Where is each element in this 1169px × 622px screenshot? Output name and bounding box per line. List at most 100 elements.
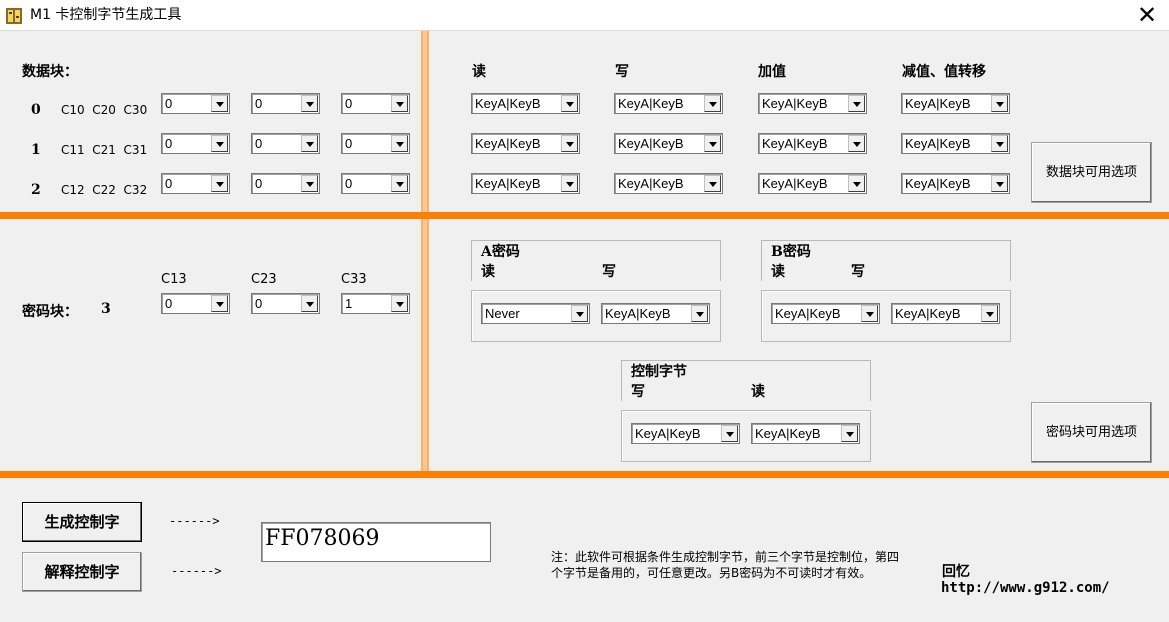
dropdown-arrow-icon[interactable] — [571, 305, 588, 322]
data-row-cbits: C11 C21 C31 — [61, 143, 148, 157]
key-a-write-select[interactable]: KeyA|KeyB — [601, 303, 710, 324]
combo-value: KeyA|KeyB — [475, 96, 541, 111]
perm-increment-select[interactable]: KeyA|KeyB — [758, 173, 867, 194]
note-line: 注：此软件可根据条件生成控制字节，前三个字节是控制位，第四 — [551, 550, 900, 564]
key-b-write-select[interactable]: KeyA|KeyB — [891, 303, 1000, 324]
combo-value: KeyA|KeyB — [755, 426, 821, 441]
generate-control-button[interactable]: 生成控制字 — [22, 502, 142, 542]
key-block-options-button[interactable]: 密码块可用选项 — [1031, 402, 1152, 463]
dropdown-arrow-icon[interactable] — [691, 305, 708, 322]
dropdown-arrow-icon[interactable] — [991, 95, 1008, 112]
close-icon[interactable]: ✕ — [1132, 0, 1162, 30]
combo-value: 0 — [345, 176, 353, 191]
control-read-select[interactable]: KeyA|KeyB — [751, 423, 860, 444]
combo-value: 0 — [165, 136, 173, 151]
dropdown-arrow-icon[interactable] — [848, 175, 865, 192]
data-row-number: 2 — [31, 182, 41, 198]
dropdown-arrow-icon[interactable] — [721, 425, 738, 442]
perm-write-select[interactable]: KeyA|KeyB — [614, 133, 723, 154]
data-c3-select[interactable]: 0 — [341, 133, 410, 154]
key-a-read-select[interactable]: Never — [481, 303, 590, 324]
perm-read-select[interactable]: KeyA|KeyB — [471, 173, 580, 194]
data-c3-select[interactable]: 0 — [341, 93, 410, 114]
key-b-title: B密码 — [771, 244, 811, 260]
dropdown-arrow-icon[interactable] — [848, 135, 865, 152]
dropdown-arrow-icon[interactable] — [391, 295, 408, 312]
combo-value: KeyA|KeyB — [905, 96, 971, 111]
dropdown-arrow-icon[interactable] — [211, 295, 228, 312]
combo-value: KeyA|KeyB — [762, 96, 828, 111]
control-title: 控制字节 — [631, 364, 687, 380]
key-a-write-label: 写 — [602, 264, 616, 280]
combo-value: KeyA|KeyB — [618, 136, 684, 151]
data-c3-select[interactable]: 0 — [341, 173, 410, 194]
separator-vbar-upper — [421, 31, 429, 212]
combo-value: 0 — [255, 96, 263, 111]
data-c1-select[interactable]: 0 — [161, 93, 230, 114]
perm-decrement-select[interactable]: KeyA|KeyB — [901, 133, 1010, 154]
parse-control-button[interactable]: 解释控制字 — [22, 552, 142, 592]
combo-value: 0 — [165, 96, 173, 111]
dropdown-arrow-icon[interactable] — [301, 135, 318, 152]
dropdown-arrow-icon[interactable] — [848, 95, 865, 112]
combo-value: 0 — [255, 176, 263, 191]
dropdown-arrow-icon[interactable] — [991, 135, 1008, 152]
combo-value: Never — [485, 306, 520, 321]
dropdown-arrow-icon[interactable] — [391, 95, 408, 112]
combo-value: KeyA|KeyB — [475, 176, 541, 191]
combo-value: 0 — [255, 296, 263, 311]
dropdown-arrow-icon[interactable] — [991, 175, 1008, 192]
dropdown-arrow-icon[interactable] — [704, 135, 721, 152]
key-c33-select[interactable]: 1 — [341, 293, 410, 314]
dropdown-arrow-icon[interactable] — [561, 175, 578, 192]
dropdown-arrow-icon[interactable] — [391, 135, 408, 152]
dropdown-arrow-icon[interactable] — [841, 425, 858, 442]
dropdown-arrow-icon[interactable] — [861, 305, 878, 322]
key-c13-select[interactable]: 0 — [161, 293, 230, 314]
data-c2-select[interactable]: 0 — [251, 133, 320, 154]
dropdown-arrow-icon[interactable] — [981, 305, 998, 322]
data-c1-select[interactable]: 0 — [161, 133, 230, 154]
note-text: 注：此软件可根据条件生成控制字节，前三个字节是控制位，第四 个字节是备用的，可任… — [551, 549, 911, 581]
author-url[interactable]: http://www.g912.com/ — [941, 580, 1110, 596]
perm-decrement-select[interactable]: KeyA|KeyB — [901, 173, 1010, 194]
perm-header-decrement: 减值、值转移 — [902, 64, 986, 80]
combo-value: KeyA|KeyB — [762, 136, 828, 151]
dropdown-arrow-icon[interactable] — [561, 135, 578, 152]
cbit-header-c23: C23 — [251, 272, 277, 287]
perm-decrement-select[interactable]: KeyA|KeyB — [901, 93, 1010, 114]
window-title: M1 卡控制字节生成工具 — [30, 7, 182, 23]
dropdown-arrow-icon[interactable] — [704, 95, 721, 112]
perm-header-increment: 加值 — [758, 64, 786, 80]
key-b-read-select[interactable]: KeyA|KeyB — [771, 303, 880, 324]
combo-value: 0 — [165, 296, 173, 311]
dropdown-arrow-icon[interactable] — [704, 175, 721, 192]
dropdown-arrow-icon[interactable] — [211, 135, 228, 152]
dropdown-arrow-icon[interactable] — [301, 95, 318, 112]
dropdown-arrow-icon[interactable] — [391, 175, 408, 192]
dropdown-arrow-icon[interactable] — [211, 95, 228, 112]
combo-value: KeyA|KeyB — [762, 176, 828, 191]
key-c23-select[interactable]: 0 — [251, 293, 320, 314]
perm-write-select[interactable]: KeyA|KeyB — [614, 93, 723, 114]
combo-value: 0 — [345, 136, 353, 151]
data-block-options-button[interactable]: 数据块可用选项 — [1031, 142, 1152, 203]
control-write-select[interactable]: KeyA|KeyB — [631, 423, 740, 444]
perm-increment-select[interactable]: KeyA|KeyB — [758, 93, 867, 114]
control-output-field[interactable]: FF078069 — [261, 522, 491, 562]
combo-value: KeyA|KeyB — [475, 136, 541, 151]
dropdown-arrow-icon[interactable] — [561, 95, 578, 112]
data-c2-select[interactable]: 0 — [251, 93, 320, 114]
data-row-cbits: C10 C20 C30 — [61, 103, 148, 117]
app-icon — [6, 8, 22, 24]
dropdown-arrow-icon[interactable] — [301, 295, 318, 312]
perm-increment-select[interactable]: KeyA|KeyB — [758, 133, 867, 154]
perm-read-select[interactable]: KeyA|KeyB — [471, 133, 580, 154]
perm-write-select[interactable]: KeyA|KeyB — [614, 173, 723, 194]
data-c1-select[interactable]: 0 — [161, 173, 230, 194]
dropdown-arrow-icon[interactable] — [211, 175, 228, 192]
perm-read-select[interactable]: KeyA|KeyB — [471, 93, 580, 114]
data-c2-select[interactable]: 0 — [251, 173, 320, 194]
dropdown-arrow-icon[interactable] — [301, 175, 318, 192]
data-row-number: 0 — [31, 102, 41, 118]
